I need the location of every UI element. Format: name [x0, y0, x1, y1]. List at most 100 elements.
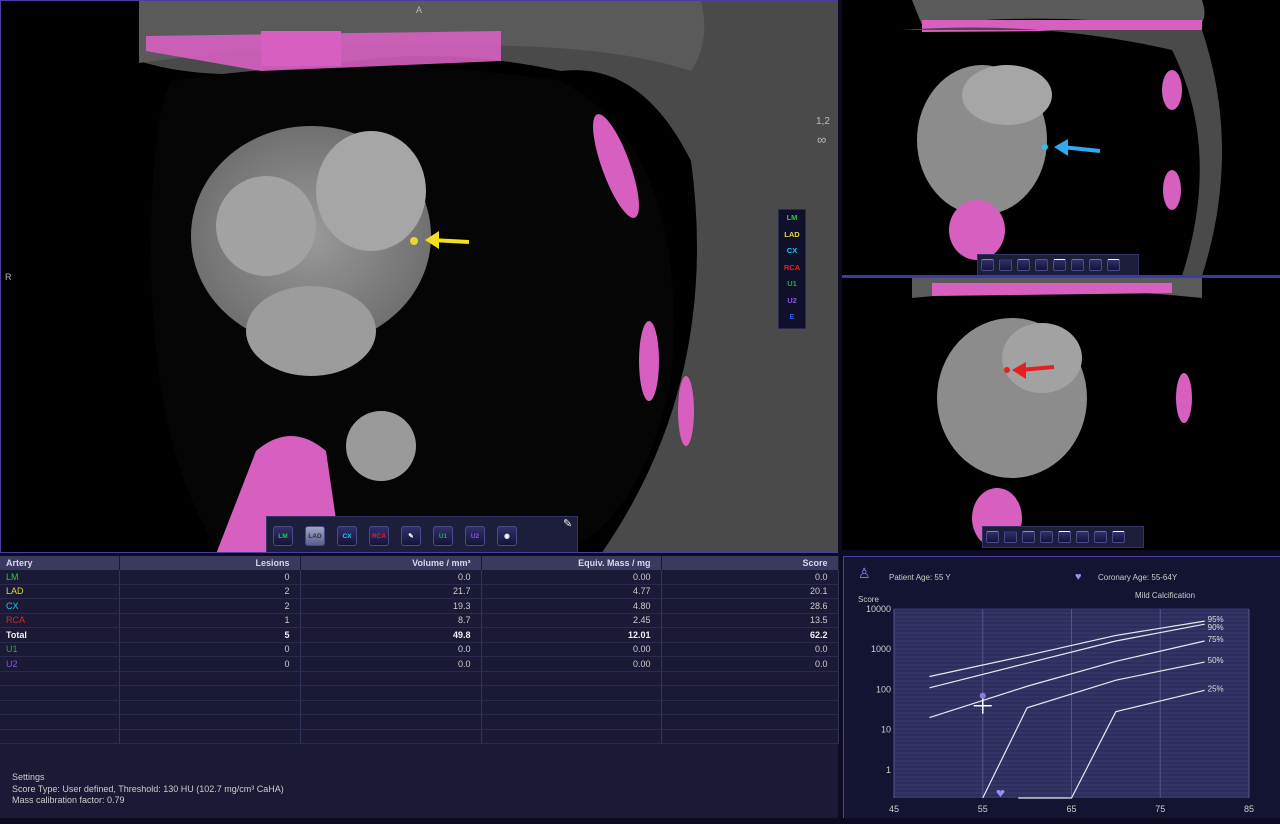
cell-volume: 8.7: [300, 613, 482, 628]
column-header[interactable]: Artery: [0, 556, 120, 570]
calcium-score-table: Artery Lesions Volume / mm³ Equiv. Mass / m…: [0, 556, 839, 744]
table-row-empty: [0, 685, 839, 701]
cell-score: 62.2: [661, 627, 839, 643]
column-header[interactable]: Score: [661, 556, 839, 570]
legend-item-lad[interactable]: LAD: [779, 227, 805, 244]
y-tick-label: 100: [876, 684, 891, 694]
pin-icon[interactable]: ✎: [563, 517, 572, 530]
table-row[interactable]: LAD 2 21.7 4.77 20.1: [0, 584, 839, 599]
legend-item-rca[interactable]: RCA: [779, 260, 805, 277]
tool-cx-button[interactable]: CX: [337, 526, 357, 546]
mini-tool-button[interactable]: [1075, 531, 1089, 543]
cell-artery: U2: [0, 656, 120, 672]
tool-u1-button[interactable]: U1: [433, 526, 453, 546]
mini-tool-button[interactable]: [980, 259, 994, 271]
legend-item-u2[interactable]: U2: [779, 293, 805, 310]
bottom-view-toolbar: [982, 526, 1144, 548]
table-row-empty: [0, 671, 839, 686]
cell-volume: 19.3: [300, 598, 482, 614]
cell-artery: U1: [0, 642, 120, 657]
coronary-age: Coronary Age: 55-64Y: [1098, 573, 1178, 582]
table-row[interactable]: Total 5 49.8 12.01 62.2: [0, 627, 839, 643]
cell-mass: 12.01: [481, 627, 662, 643]
cell-score: 0.0: [661, 570, 839, 585]
percentile-label: 75%: [1208, 635, 1224, 644]
patient-icon: ♙: [858, 565, 871, 581]
tool-rca-button[interactable]: RCA: [369, 526, 389, 546]
mini-tool-button[interactable]: [1093, 531, 1107, 543]
cell-lesions: 0: [119, 570, 301, 585]
settings-title: Settings: [12, 772, 45, 782]
cell-mass: 2.45: [481, 613, 662, 628]
tool-visibility-button[interactable]: ◉: [497, 526, 517, 546]
percentile-chart-panel: ♙ Patient Age: 55 Y ♥ Coronary Age: 55-6…: [843, 556, 1280, 818]
cell-mass: 0.00: [481, 570, 662, 585]
score-type-text: Score Type: User defined, Threshold: 130…: [12, 783, 284, 794]
bottom-right-view[interactable]: [842, 278, 1280, 550]
y-axis-caption: Score: [858, 595, 879, 604]
tool-lad-button[interactable]: LAD: [305, 526, 325, 546]
ct-axial-image: [139, 1, 837, 552]
ct-slice-top: [902, 0, 1222, 276]
legend-item-cx[interactable]: CX: [779, 243, 805, 260]
mini-tool-button[interactable]: [1070, 259, 1084, 271]
mini-tool-button[interactable]: [1034, 259, 1048, 271]
x-tick-label: 75: [1155, 804, 1165, 814]
x-tick-label: 85: [1244, 804, 1254, 814]
heart-icon: ♥: [1075, 571, 1082, 583]
legend-item-e[interactable]: E: [779, 309, 805, 326]
cell-artery: CX: [0, 598, 120, 614]
tool-lm-button[interactable]: LM: [273, 526, 293, 546]
cell-score: 0.0: [661, 656, 839, 672]
y-tick-label: 1: [886, 765, 891, 775]
column-header[interactable]: Lesions: [119, 556, 301, 570]
legend-item-u1[interactable]: U1: [779, 276, 805, 293]
mini-tool-button[interactable]: [1039, 531, 1053, 543]
y-tick-label: 10000: [866, 604, 891, 614]
percentile-label: 25%: [1208, 684, 1224, 693]
cell-volume: 21.7: [300, 584, 482, 599]
x-tick-label: 55: [978, 804, 988, 814]
mini-tool-button[interactable]: [1106, 259, 1120, 271]
calibration-text: Mass calibration factor: 0.79: [12, 795, 125, 805]
series-label: 1,2: [816, 116, 830, 127]
link-icon[interactable]: ∞: [817, 132, 826, 147]
cell-lesions: 0: [119, 656, 301, 672]
y-tick-label: 1000: [871, 644, 891, 654]
top-right-view[interactable]: [842, 0, 1280, 276]
tool-eraser-button[interactable]: ✎: [401, 526, 421, 546]
mini-tool-button[interactable]: [985, 531, 999, 543]
x-tick-label: 45: [889, 804, 899, 814]
table-row[interactable]: LM 0 0.0 0.00 0.0: [0, 570, 839, 585]
x-tick-label: 65: [1066, 804, 1076, 814]
calcification-status: Mild Calcification: [1135, 591, 1196, 600]
table-row[interactable]: U2 0 0.0 0.00 0.0: [0, 656, 839, 672]
mini-tool-button[interactable]: [998, 259, 1012, 271]
legend-item-lm[interactable]: LM: [779, 210, 805, 227]
mini-tool-button[interactable]: [1052, 259, 1066, 271]
mini-tool-button[interactable]: [1021, 531, 1035, 543]
mini-tool-button[interactable]: [1111, 531, 1125, 543]
cell-volume: 0.0: [300, 656, 482, 672]
cell-volume: 49.8: [300, 627, 482, 643]
cell-lesions: 5: [119, 627, 301, 643]
cell-artery: RCA: [0, 613, 120, 628]
table-row-empty: [0, 700, 839, 715]
artery-toolbar: LM LAD CX RCA ✎ U1 U2 ◉: [266, 516, 578, 552]
mini-tool-button[interactable]: [1088, 259, 1102, 271]
column-header[interactable]: Equiv. Mass / mg: [481, 556, 662, 570]
cell-score: 13.5: [661, 613, 839, 628]
tool-u2-button[interactable]: U2: [465, 526, 485, 546]
table-row[interactable]: CX 2 19.3 4.80 28.6: [0, 598, 839, 614]
table-header-row: Artery Lesions Volume / mm³ Equiv. Mass / m…: [0, 556, 839, 570]
mini-tool-button[interactable]: [1016, 259, 1030, 271]
table-row[interactable]: U1 0 0.0 0.00 0.0: [0, 642, 839, 657]
column-header[interactable]: Volume / mm³: [300, 556, 482, 570]
cell-lesions: 2: [119, 584, 301, 599]
main-axial-view[interactable]: A R 1,2 ∞ LM LAD CX RCA U1 U2 E LM LAD CX RCA ✎ U1 U…: [0, 0, 838, 553]
mini-tool-button[interactable]: [1003, 531, 1017, 543]
top-view-toolbar: [977, 254, 1139, 276]
table-row[interactable]: RCA 1 8.7 2.45 13.5: [0, 613, 839, 628]
artery-legend: LM LAD CX RCA U1 U2 E: [778, 209, 806, 329]
mini-tool-button[interactable]: [1057, 531, 1071, 543]
